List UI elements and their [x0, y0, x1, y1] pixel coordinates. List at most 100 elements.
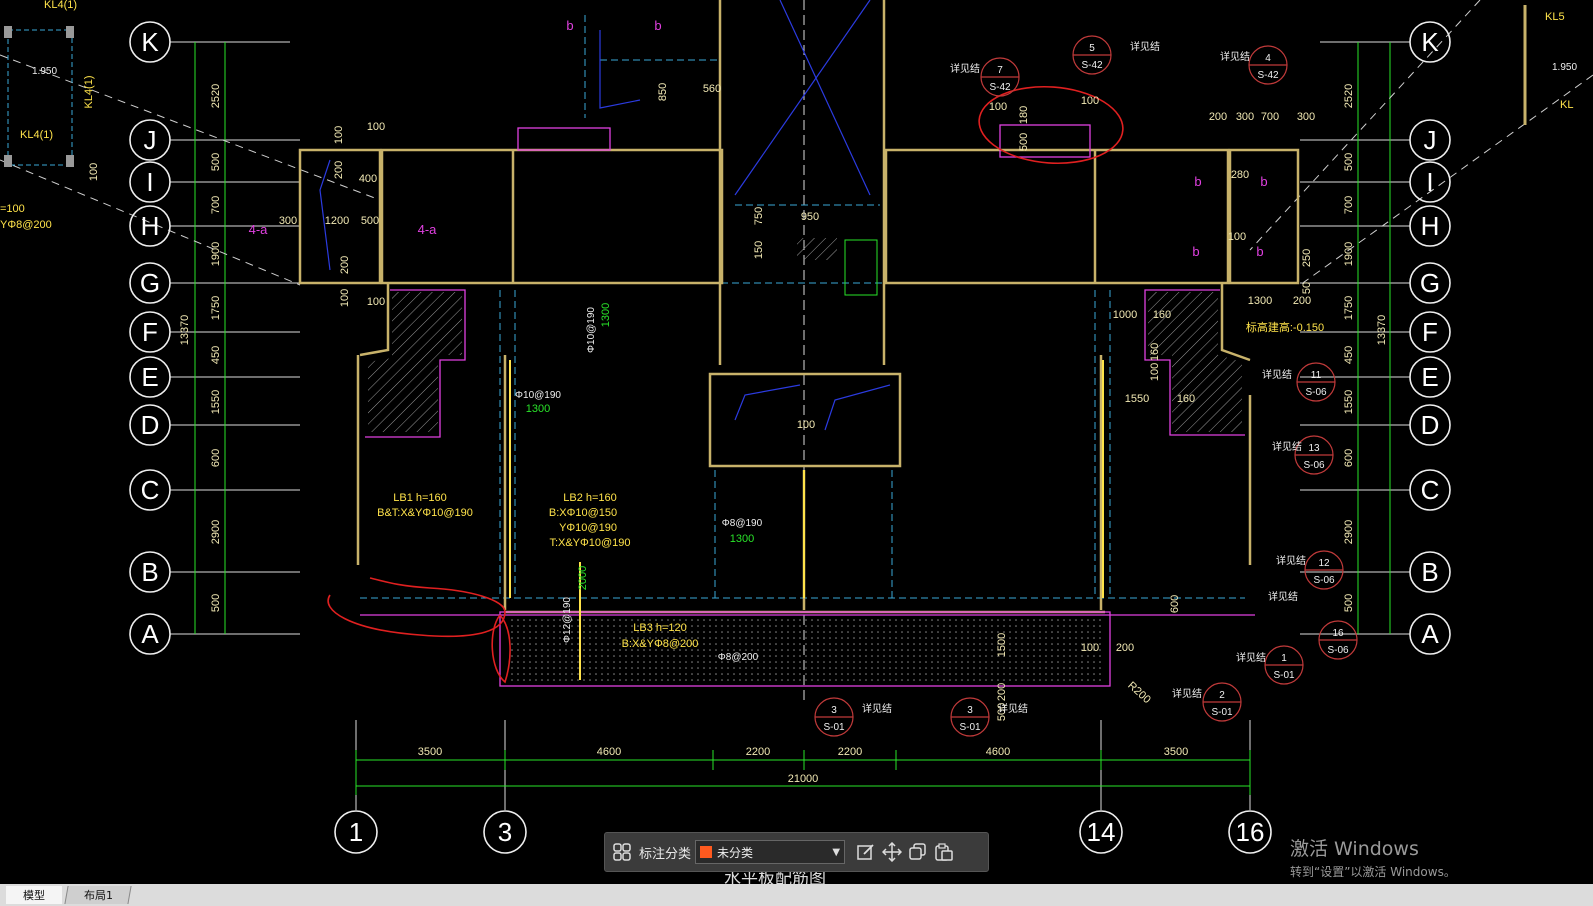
svg-text:5: 5: [1089, 43, 1095, 54]
svg-text:100: 100: [88, 163, 100, 181]
svg-text:b: b: [654, 18, 661, 33]
slab-lb2-title: LB2 h=160: [563, 492, 617, 504]
svg-text:700: 700: [1343, 196, 1355, 214]
grid-label-G: G: [140, 268, 160, 298]
move-icon[interactable]: [879, 839, 905, 865]
grid-label-G-right: G: [1420, 268, 1440, 298]
annotation-category-select[interactable]: 未分类 ▼: [695, 840, 846, 864]
grid-label-C-right: C: [1421, 475, 1440, 505]
svg-text:2900: 2900: [210, 520, 222, 544]
annotation-toolbar: 标注分类 未分类 ▼: [604, 832, 989, 872]
svg-text:200: 200: [1116, 642, 1134, 654]
svg-text:KL4(1): KL4(1): [44, 0, 77, 11]
svg-text:100: 100: [1081, 642, 1099, 654]
category-color-swatch: [700, 846, 713, 858]
svg-text:600: 600: [1343, 449, 1355, 467]
svg-text:150: 150: [753, 241, 765, 259]
copy-icon[interactable]: [905, 839, 931, 865]
edit-icon[interactable]: [853, 839, 879, 865]
svg-text:11: 11: [1311, 370, 1322, 381]
svg-text:S-42: S-42: [1081, 60, 1103, 71]
svg-text:100: 100: [333, 126, 345, 144]
svg-text:KL4(1): KL4(1): [20, 129, 53, 141]
svg-text:详见结: 详见结: [1262, 368, 1292, 381]
grid-label-14: 14: [1087, 817, 1116, 847]
svg-text:200: 200: [339, 256, 351, 274]
svg-text:4-a: 4-a: [418, 222, 438, 237]
svg-text:1300: 1300: [730, 533, 754, 545]
svg-text:500: 500: [1343, 153, 1355, 171]
svg-text:950: 950: [801, 211, 819, 223]
svg-text:21000: 21000: [788, 773, 819, 785]
svg-text:1200: 1200: [325, 215, 349, 227]
svg-text:560: 560: [703, 83, 721, 95]
svg-text:450: 450: [1343, 346, 1355, 364]
svg-text:100: 100: [339, 289, 351, 307]
svg-text:200: 200: [1209, 111, 1227, 123]
svg-text:13370: 13370: [179, 315, 191, 346]
svg-text:S-01: S-01: [959, 722, 981, 733]
svg-text:100: 100: [797, 419, 815, 431]
grid-label-B-right: B: [1421, 557, 1438, 587]
svg-text:50: 50: [1301, 282, 1313, 294]
tab-layout-1-label: 布局1: [83, 889, 113, 902]
svg-text:b: b: [1192, 244, 1199, 259]
svg-text:1500: 1500: [996, 633, 1008, 657]
svg-text:3: 3: [967, 705, 973, 716]
tab-model[interactable]: 模型: [6, 886, 62, 904]
svg-text:3500: 3500: [1164, 746, 1188, 758]
svg-text:2200: 2200: [838, 746, 862, 758]
paste-icon[interactable]: [931, 839, 957, 865]
dims-right: 2520 500 700 1900 1750 450 1550 600 2900…: [1343, 84, 1388, 612]
svg-text:b: b: [1194, 174, 1201, 189]
grid-label-A-right: A: [1421, 619, 1439, 649]
svg-text:详见结: 详见结: [998, 702, 1028, 715]
svg-text:详见结: 详见结: [1220, 50, 1250, 63]
cad-drawing-canvas[interactable]: K J I H G F E D C B A K J I H G F E D C …: [0, 0, 1593, 884]
grid-label-J: J: [144, 125, 157, 155]
svg-text:2520: 2520: [1343, 84, 1355, 108]
svg-text:3: 3: [831, 705, 837, 716]
grid-label-H-right: H: [1421, 211, 1440, 241]
svg-text:500: 500: [361, 215, 379, 227]
svg-text:1300: 1300: [526, 403, 550, 415]
svg-text:600: 600: [1169, 595, 1181, 613]
grid-label-E: E: [141, 362, 158, 392]
svg-text:100: 100: [1228, 231, 1246, 243]
svg-text:S-06: S-06: [1313, 575, 1335, 586]
tab-layout-1[interactable]: 布局1: [64, 886, 132, 904]
grid-label-I-right: I: [1426, 167, 1433, 197]
grid-label-H: H: [141, 211, 160, 241]
rebar-notes: Φ10@190 1300 Φ10@190 1300 Φ8@190 1300 Φ1…: [515, 303, 763, 663]
dims-bottom: 3500 4600 2200 2200 4600 3500 21000: [418, 746, 1188, 785]
svg-text:2520: 2520: [210, 84, 222, 108]
grid-label-A: A: [141, 619, 159, 649]
svg-text:详见结: 详见结: [1276, 554, 1306, 567]
svg-text:100: 100: [1081, 95, 1099, 107]
slab-lb1-title: LB1 h=160: [393, 492, 447, 504]
svg-text:200: 200: [333, 161, 345, 179]
svg-text:详见结: 详见结: [1236, 651, 1266, 664]
svg-text:2000: 2000: [577, 566, 589, 590]
svg-text:2900: 2900: [1343, 520, 1355, 544]
svg-text:b: b: [1256, 244, 1263, 259]
svg-text:Φ12@190: Φ12@190: [562, 597, 573, 643]
svg-text:160: 160: [1177, 393, 1195, 405]
svg-text:详见结: 详见结: [950, 62, 980, 75]
svg-text:S-06: S-06: [1327, 645, 1349, 656]
svg-text:4600: 4600: [597, 746, 621, 758]
svg-text:400: 400: [359, 173, 377, 185]
svg-text:4: 4: [1265, 53, 1271, 64]
svg-text:1.950: 1.950: [1552, 62, 1577, 73]
slab-outlines: [360, 124, 1255, 687]
svg-text:详见结: 详见结: [1272, 440, 1302, 453]
grid-label-F-right: F: [1422, 317, 1438, 347]
svg-text:1550: 1550: [1125, 393, 1149, 405]
svg-text:1550: 1550: [210, 390, 222, 414]
svg-text:1550: 1550: [1343, 390, 1355, 414]
svg-text:YΦ10@190: YΦ10@190: [559, 522, 617, 534]
svg-text:180: 180: [1018, 106, 1030, 124]
grid-apps-icon[interactable]: [609, 839, 635, 865]
grid-label-F: F: [142, 317, 158, 347]
svg-text:1000: 1000: [1113, 309, 1137, 321]
